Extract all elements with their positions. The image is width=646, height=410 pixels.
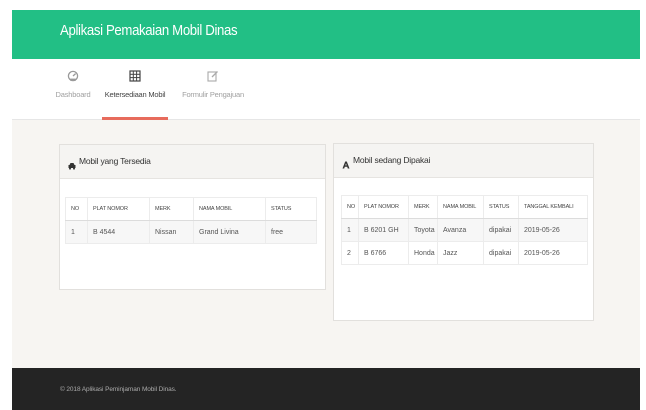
main-nav: Dashboard Ketersediaan Mobil Formulir Pe…	[12, 59, 640, 120]
table-row: 1 B 6201 GH Toyota Avanza dipakai 2019-0…	[341, 218, 588, 242]
column-header: NAMA MOBIL	[193, 197, 266, 221]
available-cars-table: NO PLAT NOMOR MERK NAMA MOBIL STATUS 1 B…	[65, 197, 317, 244]
column-header: STATUS	[483, 195, 519, 219]
table-header-row: NO PLAT NOMOR MERK NAMA MOBIL STATUS TAN…	[341, 195, 588, 219]
app-header: Aplikasi Pemakaian Mobil Dinas	[12, 10, 640, 59]
footer-copyright: © 2018 Aplikasi Peminjaman Mobil Dinas.	[60, 386, 177, 393]
column-header: PLAT NOMOR	[358, 195, 409, 219]
table-cell: free	[265, 220, 317, 244]
table-row: 1 B 4544 Nissan Grand Livina free	[65, 220, 317, 244]
font-a-icon	[342, 156, 350, 169]
panel-available-cars: Mobil yang Tersedia NO PLAT NOMOR MERK N…	[59, 144, 326, 290]
nav-label-ketersediaan-mobil: Ketersediaan Mobil	[104, 90, 166, 99]
table-cell: dipakai	[483, 218, 519, 242]
panel-header: Mobil sedang Dipakai	[334, 144, 593, 178]
table-row: 2 B 6766 Honda Jazz dipakai 2019-05-26	[341, 241, 588, 265]
table-cell: 1	[341, 218, 359, 242]
panel-title: Mobil sedang Dipakai	[353, 155, 431, 165]
edit-icon	[207, 69, 219, 82]
table-cell: B 6201 GH	[358, 218, 409, 242]
nav-item-formulir-pengajuan[interactable]: Formulir Pengajuan	[173, 59, 253, 120]
table-cell: 2	[341, 241, 359, 265]
table-icon	[129, 69, 141, 82]
column-header: STATUS	[265, 197, 317, 221]
nav-item-ketersediaan-mobil[interactable]: Ketersediaan Mobil	[102, 59, 168, 120]
app-title[interactable]: Aplikasi Pemakaian Mobil Dinas	[60, 22, 238, 39]
column-header: NAMA MOBIL	[437, 195, 484, 219]
table-cell: Toyota	[408, 218, 438, 242]
panel-title: Mobil yang Tersedia	[79, 156, 151, 166]
column-header: PLAT NOMOR	[87, 197, 150, 221]
table-cell: Grand Livina	[193, 220, 266, 244]
table-header-row: NO PLAT NOMOR MERK NAMA MOBIL STATUS	[65, 197, 317, 221]
page-footer: © 2018 Aplikasi Peminjaman Mobil Dinas.	[12, 368, 640, 410]
table-cell: B 4544	[87, 220, 150, 244]
column-header: MERK	[149, 197, 194, 221]
nav-item-dashboard[interactable]: Dashboard	[49, 59, 97, 120]
table-cell: Nissan	[149, 220, 194, 244]
table-cell: 1	[65, 220, 88, 244]
table-cell: Avanza	[437, 218, 484, 242]
table-cell: dipakai	[483, 241, 519, 265]
app-window: Aplikasi Pemakaian Mobil Dinas Dashboard	[0, 0, 646, 410]
panel-header: Mobil yang Tersedia	[60, 145, 325, 179]
column-header: MERK	[408, 195, 438, 219]
car-icon	[68, 157, 76, 170]
nav-label-formulir-pengajuan: Formulir Pengajuan	[182, 90, 244, 99]
column-header: NO	[65, 197, 88, 221]
nav-label-dashboard: Dashboard	[55, 90, 91, 99]
table-cell: Jazz	[437, 241, 484, 265]
main-content: Mobil yang Tersedia NO PLAT NOMOR MERK N…	[12, 120, 640, 368]
table-cell: Honda	[408, 241, 438, 265]
dashboard-icon	[67, 69, 79, 82]
column-header: TANGGAL KEMBALI	[518, 195, 588, 219]
cars-in-use-table: NO PLAT NOMOR MERK NAMA MOBIL STATUS TAN…	[341, 195, 588, 265]
column-header: NO	[341, 195, 359, 219]
table-cell: 2019-05-26	[518, 218, 588, 242]
table-cell: 2019-05-26	[518, 241, 588, 265]
panel-cars-in-use: Mobil sedang Dipakai NO PLAT NOMOR MERK …	[333, 143, 594, 321]
table-cell: B 6766	[358, 241, 409, 265]
